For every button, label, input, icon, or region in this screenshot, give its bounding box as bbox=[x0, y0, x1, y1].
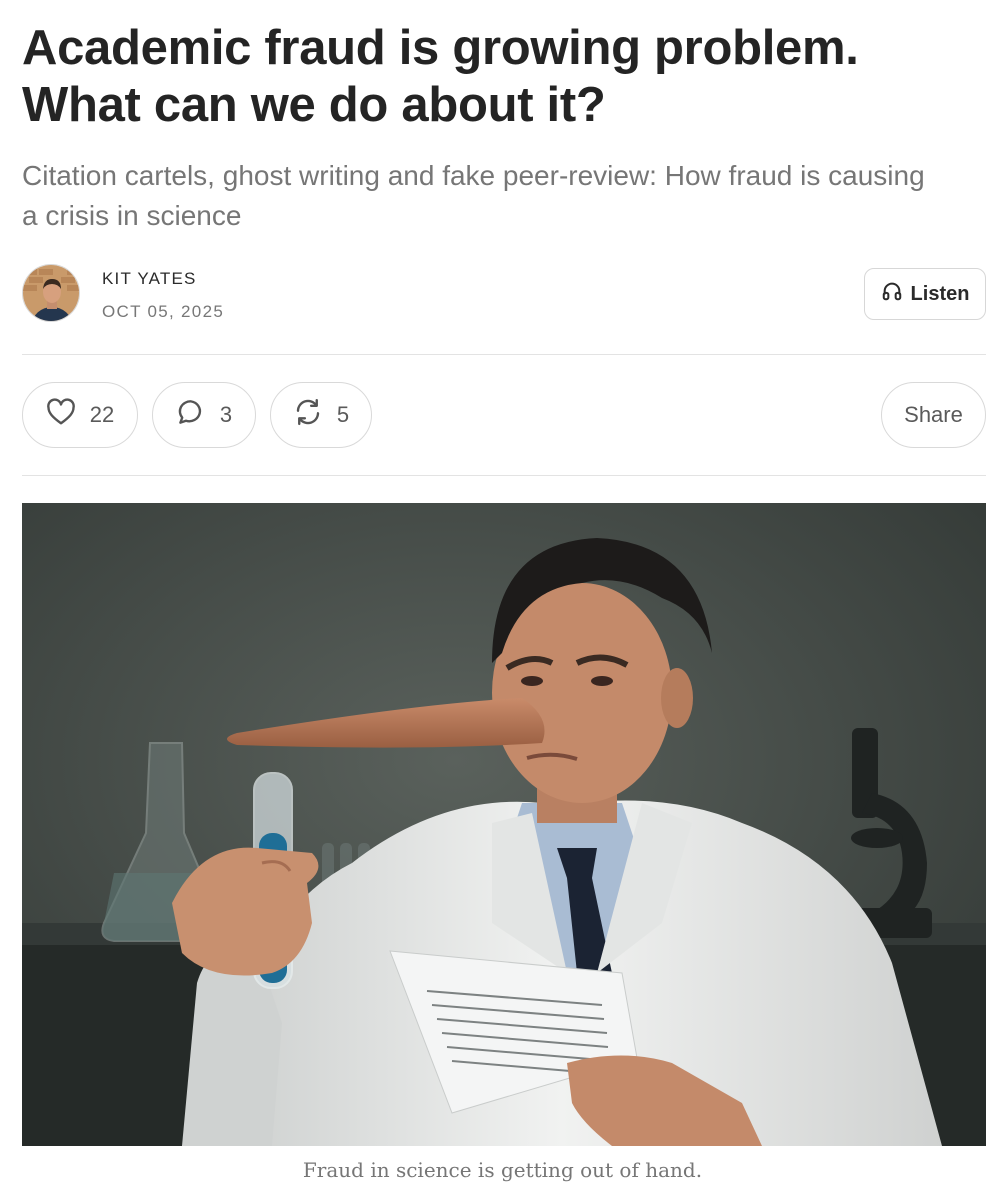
restack-button[interactable]: 5 bbox=[270, 382, 372, 448]
share-label: Share bbox=[904, 402, 963, 427]
article-title: Academic fraud is growing problem. What … bbox=[22, 21, 859, 132]
comment-button[interactable]: 3 bbox=[152, 382, 256, 448]
like-button[interactable]: 22 bbox=[22, 382, 138, 448]
listen-label: Listen bbox=[910, 282, 970, 305]
divider bbox=[22, 354, 986, 355]
hero-image bbox=[22, 503, 986, 1146]
headphones-icon bbox=[881, 280, 903, 308]
divider bbox=[22, 475, 986, 476]
author-avatar[interactable] bbox=[22, 264, 80, 322]
post-date: OCT 05, 2025 bbox=[102, 302, 225, 321]
restack-icon bbox=[293, 397, 323, 433]
heart-icon bbox=[46, 398, 76, 432]
article-subtitle: Citation cartels, ghost writing and fake… bbox=[22, 160, 925, 231]
restack-count: 5 bbox=[336, 402, 350, 427]
comment-icon bbox=[176, 397, 206, 433]
like-count: 22 bbox=[89, 402, 115, 427]
byline: KIT YATES OCT 05, 2025 Listen bbox=[22, 264, 986, 324]
listen-button[interactable]: Listen bbox=[864, 268, 986, 320]
author-name[interactable]: KIT YATES bbox=[102, 269, 197, 289]
post-actions: 22 3 5 Share bbox=[22, 382, 986, 448]
image-caption: Fraud in science is getting out of hand. bbox=[302, 1158, 703, 1182]
share-button[interactable]: Share bbox=[881, 382, 986, 448]
comment-count: 3 bbox=[219, 402, 233, 427]
